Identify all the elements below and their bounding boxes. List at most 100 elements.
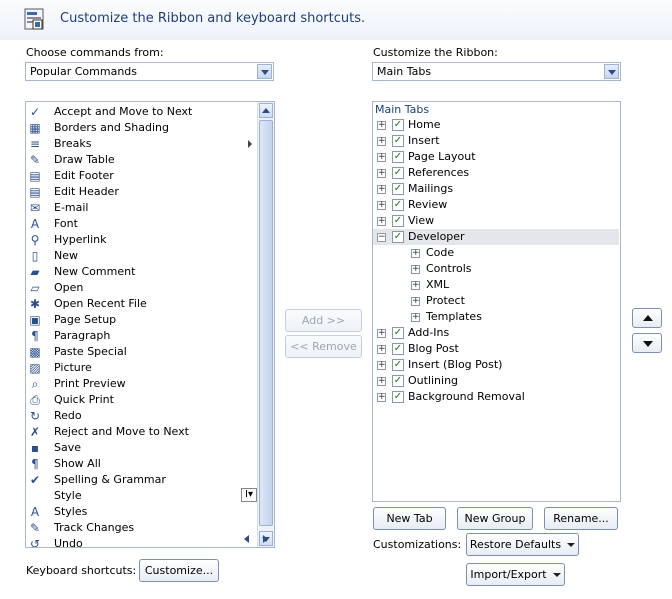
- tab-checkbox[interactable]: ✓: [392, 135, 404, 147]
- tree-item[interactable]: + ✓ Home: [373, 117, 619, 133]
- tab-checkbox[interactable]: ✓: [392, 183, 404, 195]
- new-tab-button[interactable]: New Tab: [373, 507, 446, 530]
- tree-item[interactable]: + Controls: [373, 261, 619, 277]
- expand-icon[interactable]: +: [377, 329, 386, 338]
- customize-button[interactable]: Customize...: [139, 559, 219, 582]
- list-item[interactable]: Style: [28, 488, 256, 504]
- font-icon: A: [30, 217, 40, 231]
- tree-item[interactable]: + Protect: [373, 293, 619, 309]
- commands-vertical-scrollbar[interactable]: [257, 102, 274, 547]
- list-item[interactable]: ⌕ Print Preview: [28, 376, 256, 392]
- tree-item[interactable]: + ✓ Background Removal: [373, 389, 619, 405]
- tree-item[interactable]: + ✓ Insert (Blog Post): [373, 357, 619, 373]
- tree-item[interactable]: + ✓ References: [373, 165, 619, 181]
- tab-checkbox[interactable]: ✓: [392, 375, 404, 387]
- list-item[interactable]: ▱ Open: [28, 280, 256, 296]
- tree-item[interactable]: + ✓ Mailings: [373, 181, 619, 197]
- import-export-button[interactable]: Import/Export: [466, 563, 565, 586]
- rename-button[interactable]: Rename...: [544, 507, 618, 530]
- new-group-button[interactable]: New Group: [457, 507, 533, 530]
- list-item[interactable]: ▩ Paste Special: [28, 344, 256, 360]
- expand-icon[interactable]: +: [377, 361, 386, 370]
- list-item[interactable]: ✎ Track Changes: [28, 520, 256, 536]
- move-up-button[interactable]: [632, 308, 662, 328]
- list-item[interactable]: ≡ Breaks: [28, 136, 256, 152]
- list-item[interactable]: A Styles: [28, 504, 256, 520]
- expand-icon[interactable]: +: [377, 121, 386, 130]
- list-item[interactable]: ▨ Picture: [28, 360, 256, 376]
- expand-icon[interactable]: +: [377, 377, 386, 386]
- tree-item[interactable]: + XML: [373, 277, 619, 293]
- list-item[interactable]: ▯ New: [28, 248, 256, 264]
- remove-button[interactable]: << Remove: [285, 335, 362, 358]
- ribbon-tree[interactable]: Main Tabs + ✓ Home + ✓ Insert + ✓ Page Layout + ✓ R…: [372, 101, 621, 502]
- tab-checkbox[interactable]: ✓: [392, 231, 404, 243]
- expand-icon[interactable]: +: [377, 393, 386, 402]
- list-item[interactable]: ▣ Page Setup: [28, 312, 256, 328]
- choose-commands-combo[interactable]: Popular Commands: [25, 62, 274, 81]
- chevron-down-icon[interactable]: [604, 64, 619, 79]
- list-item[interactable]: ✗ Reject and Move to Next: [28, 424, 256, 440]
- list-item[interactable]: ▤ Edit Footer: [28, 168, 256, 184]
- add-button[interactable]: Add >>: [285, 309, 362, 332]
- expand-icon[interactable]: +: [411, 249, 420, 258]
- tab-checkbox[interactable]: ✓: [392, 359, 404, 371]
- tab-checkbox[interactable]: ✓: [392, 327, 404, 339]
- commands-listbox[interactable]: I▾ ✓ Accept and Move to Next ▦ Borders and …: [25, 101, 275, 548]
- tree-item[interactable]: − ✓ Developer: [373, 229, 619, 245]
- tree-item[interactable]: + ✓ Insert: [373, 133, 619, 149]
- customize-ribbon-combo[interactable]: Main Tabs: [372, 62, 621, 81]
- list-item[interactable]: ↻ Redo: [28, 408, 256, 424]
- list-item[interactable]: A Font: [28, 216, 256, 232]
- list-item[interactable]: ✔ Spelling & Grammar: [28, 472, 256, 488]
- expand-icon[interactable]: +: [377, 217, 386, 226]
- move-down-button[interactable]: [632, 333, 662, 353]
- expand-icon[interactable]: +: [377, 153, 386, 162]
- expand-icon[interactable]: +: [377, 185, 386, 194]
- list-item[interactable]: ✱ Open Recent File: [28, 296, 256, 312]
- tree-item[interactable]: + ✓ Review: [373, 197, 619, 213]
- chevron-down-icon[interactable]: [257, 64, 272, 79]
- tab-checkbox[interactable]: ✓: [392, 343, 404, 355]
- hyperlink-icon: ⚲: [30, 233, 40, 247]
- list-item[interactable]: ▤ Edit Header: [28, 184, 256, 200]
- tab-checkbox[interactable]: ✓: [392, 391, 404, 403]
- tree-item[interactable]: + ✓ View: [373, 213, 619, 229]
- list-item[interactable]: ▦ Borders and Shading: [28, 120, 256, 136]
- expand-icon[interactable]: +: [377, 345, 386, 354]
- expand-icon[interactable]: +: [377, 169, 386, 178]
- tab-checkbox[interactable]: ✓: [392, 167, 404, 179]
- list-item[interactable]: ▪ Save: [28, 440, 256, 456]
- tab-checkbox[interactable]: ✓: [392, 119, 404, 131]
- scroll-right-button[interactable]: [258, 532, 273, 546]
- tree-item[interactable]: + ✓ Blog Post: [373, 341, 619, 357]
- list-item[interactable]: ⚲ Hyperlink: [28, 232, 256, 248]
- expand-icon[interactable]: +: [377, 137, 386, 146]
- tab-checkbox[interactable]: ✓: [392, 215, 404, 227]
- list-item[interactable]: ¶ Paragraph: [28, 328, 256, 344]
- tab-checkbox[interactable]: ✓: [392, 151, 404, 163]
- tab-checkbox[interactable]: ✓: [392, 199, 404, 211]
- tree-item[interactable]: + ✓ Outlining: [373, 373, 619, 389]
- list-item[interactable]: ⎙ Quick Print: [28, 392, 256, 408]
- spelling-icon: ✔: [29, 473, 41, 487]
- expand-icon[interactable]: +: [377, 201, 386, 210]
- list-item[interactable]: ✎ Draw Table: [28, 152, 256, 168]
- expand-icon[interactable]: +: [411, 313, 420, 322]
- tree-item[interactable]: + Templates: [373, 309, 619, 325]
- scroll-up-button[interactable]: [259, 103, 273, 118]
- list-item[interactable]: ¶ Show All: [28, 456, 256, 472]
- list-item[interactable]: ▰ New Comment: [28, 264, 256, 280]
- tree-item[interactable]: + Code: [373, 245, 619, 261]
- list-item[interactable]: ↺ Undo: [28, 536, 256, 547]
- tree-item[interactable]: + ✓ Add-Ins: [373, 325, 619, 341]
- list-item[interactable]: ✉ E-mail: [28, 200, 256, 216]
- restore-defaults-button[interactable]: Restore Defaults: [466, 533, 579, 556]
- collapse-icon[interactable]: −: [377, 233, 386, 242]
- expand-icon[interactable]: +: [411, 297, 420, 306]
- expand-icon[interactable]: +: [411, 265, 420, 274]
- scroll-thumb[interactable]: [259, 120, 273, 526]
- expand-icon[interactable]: +: [411, 281, 420, 290]
- tree-item[interactable]: + ✓ Page Layout: [373, 149, 619, 165]
- list-item[interactable]: ✓ Accept and Move to Next: [28, 104, 256, 120]
